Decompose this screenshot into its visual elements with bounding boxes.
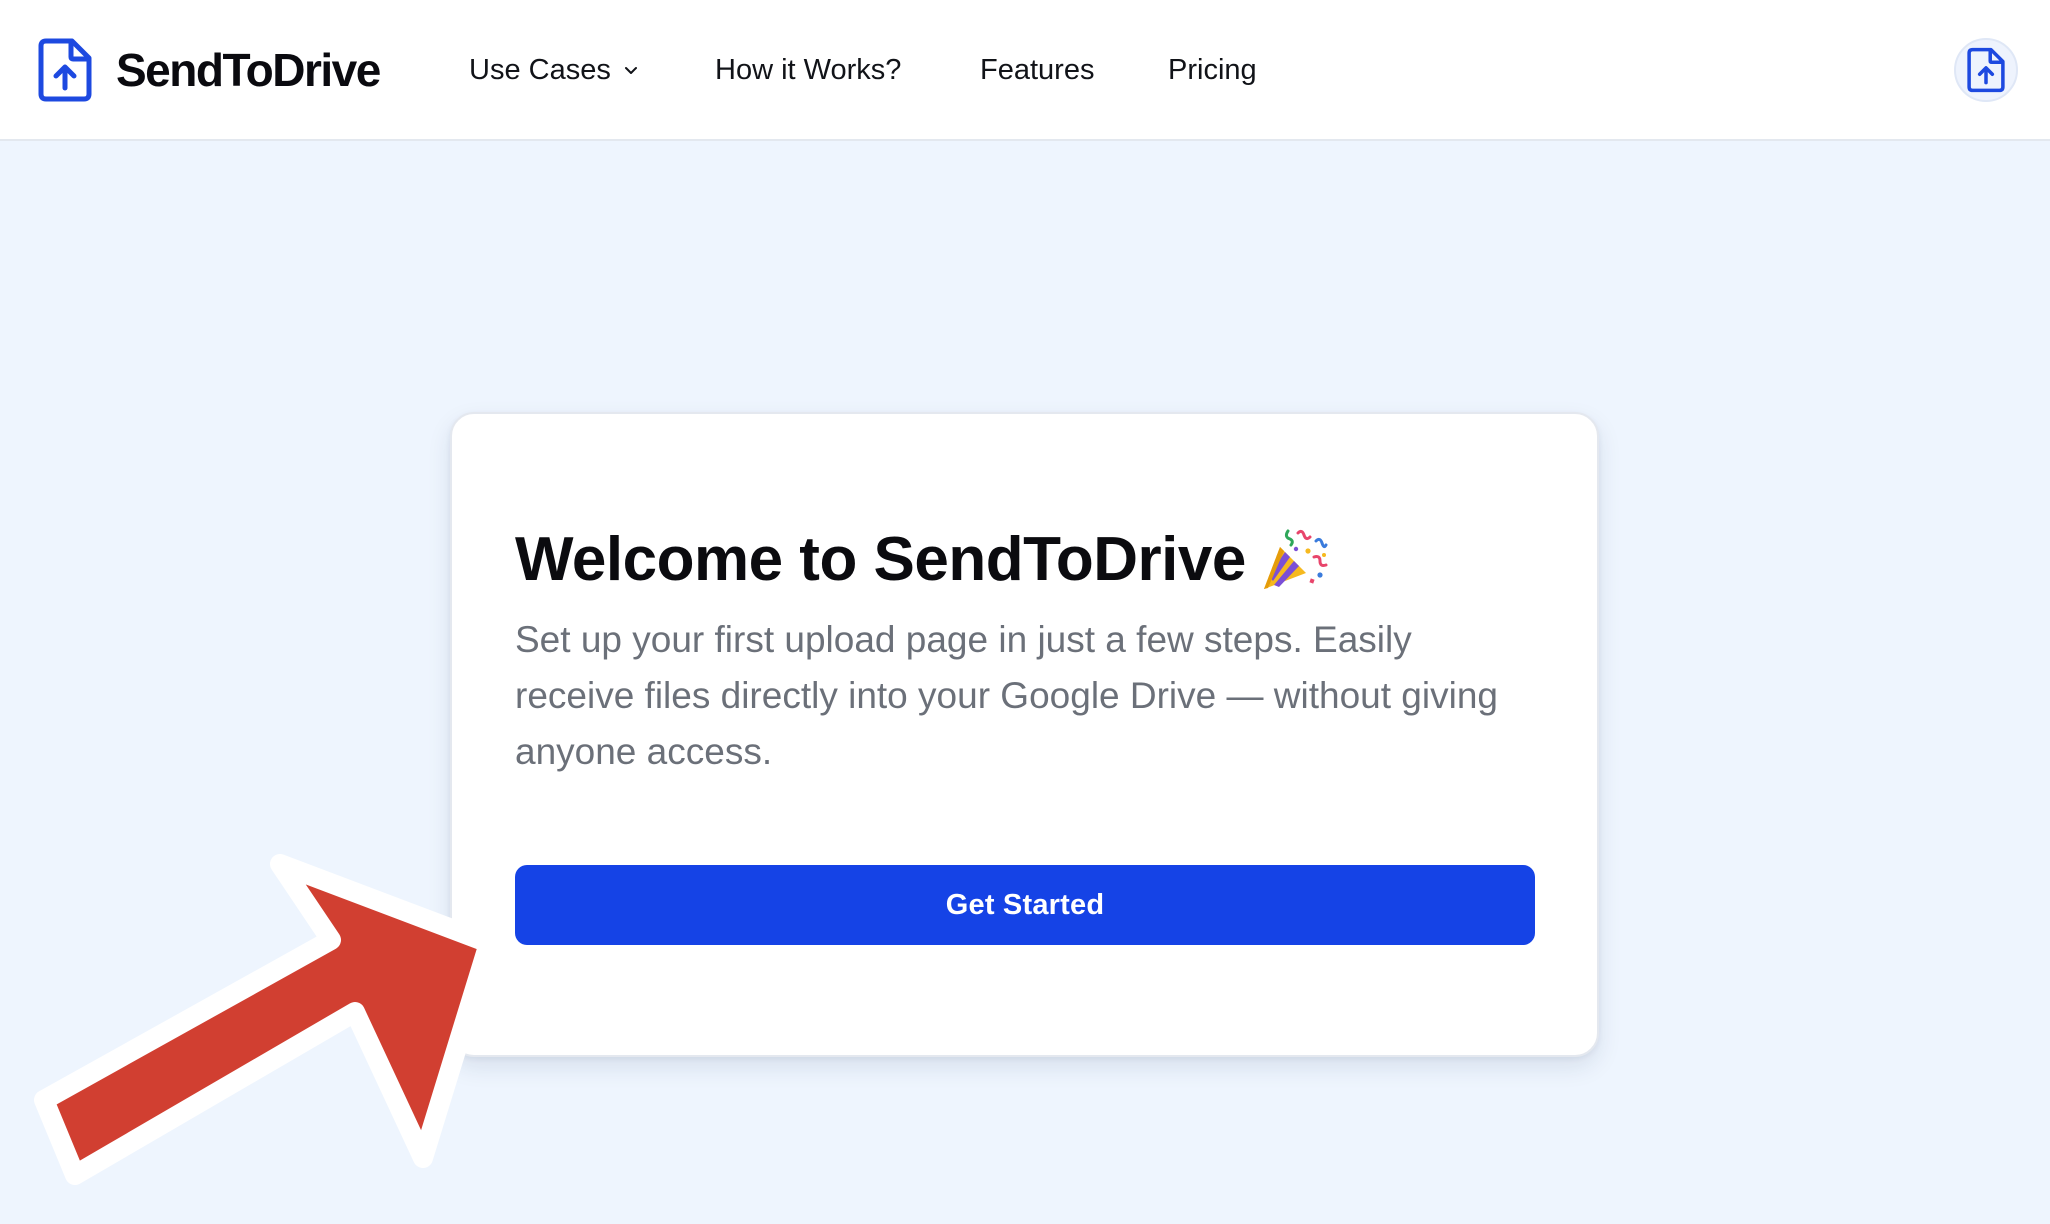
party-popper-icon — [1263, 529, 1328, 589]
brand-logo-link[interactable]: SendToDrive — [38, 36, 381, 104]
get-started-button[interactable]: Get Started — [515, 865, 1535, 945]
chevron-down-icon — [624, 67, 637, 74]
top-navbar: SendToDrive Use Cases How it Works? Feat… — [0, 0, 2050, 141]
annotation-arrow-icon — [34, 854, 499, 1185]
welcome-heading: Welcome to SendToDrive — [515, 524, 1328, 595]
welcome-description: Set up your first upload page in just a … — [515, 619, 1498, 772]
nav-use-cases-label: Use Cases — [469, 53, 611, 86]
nav-features-link[interactable]: Features — [980, 54, 1094, 87]
nav-use-cases-dropdown[interactable]: Use Cases — [469, 54, 639, 87]
nav-how-it-works-link[interactable]: How it Works? — [715, 54, 901, 87]
welcome-title: Welcome to SendToDrive — [515, 525, 1246, 594]
file-upload-icon — [38, 38, 92, 102]
welcome-card: Welcome to SendToDrive Set up your first… — [450, 412, 1599, 1057]
brand-name: SendToDrive — [116, 44, 381, 96]
nav-pricing-link[interactable]: Pricing — [1168, 54, 1257, 87]
account-avatar-button[interactable] — [1954, 38, 2018, 102]
file-upload-icon — [1967, 47, 2005, 93]
